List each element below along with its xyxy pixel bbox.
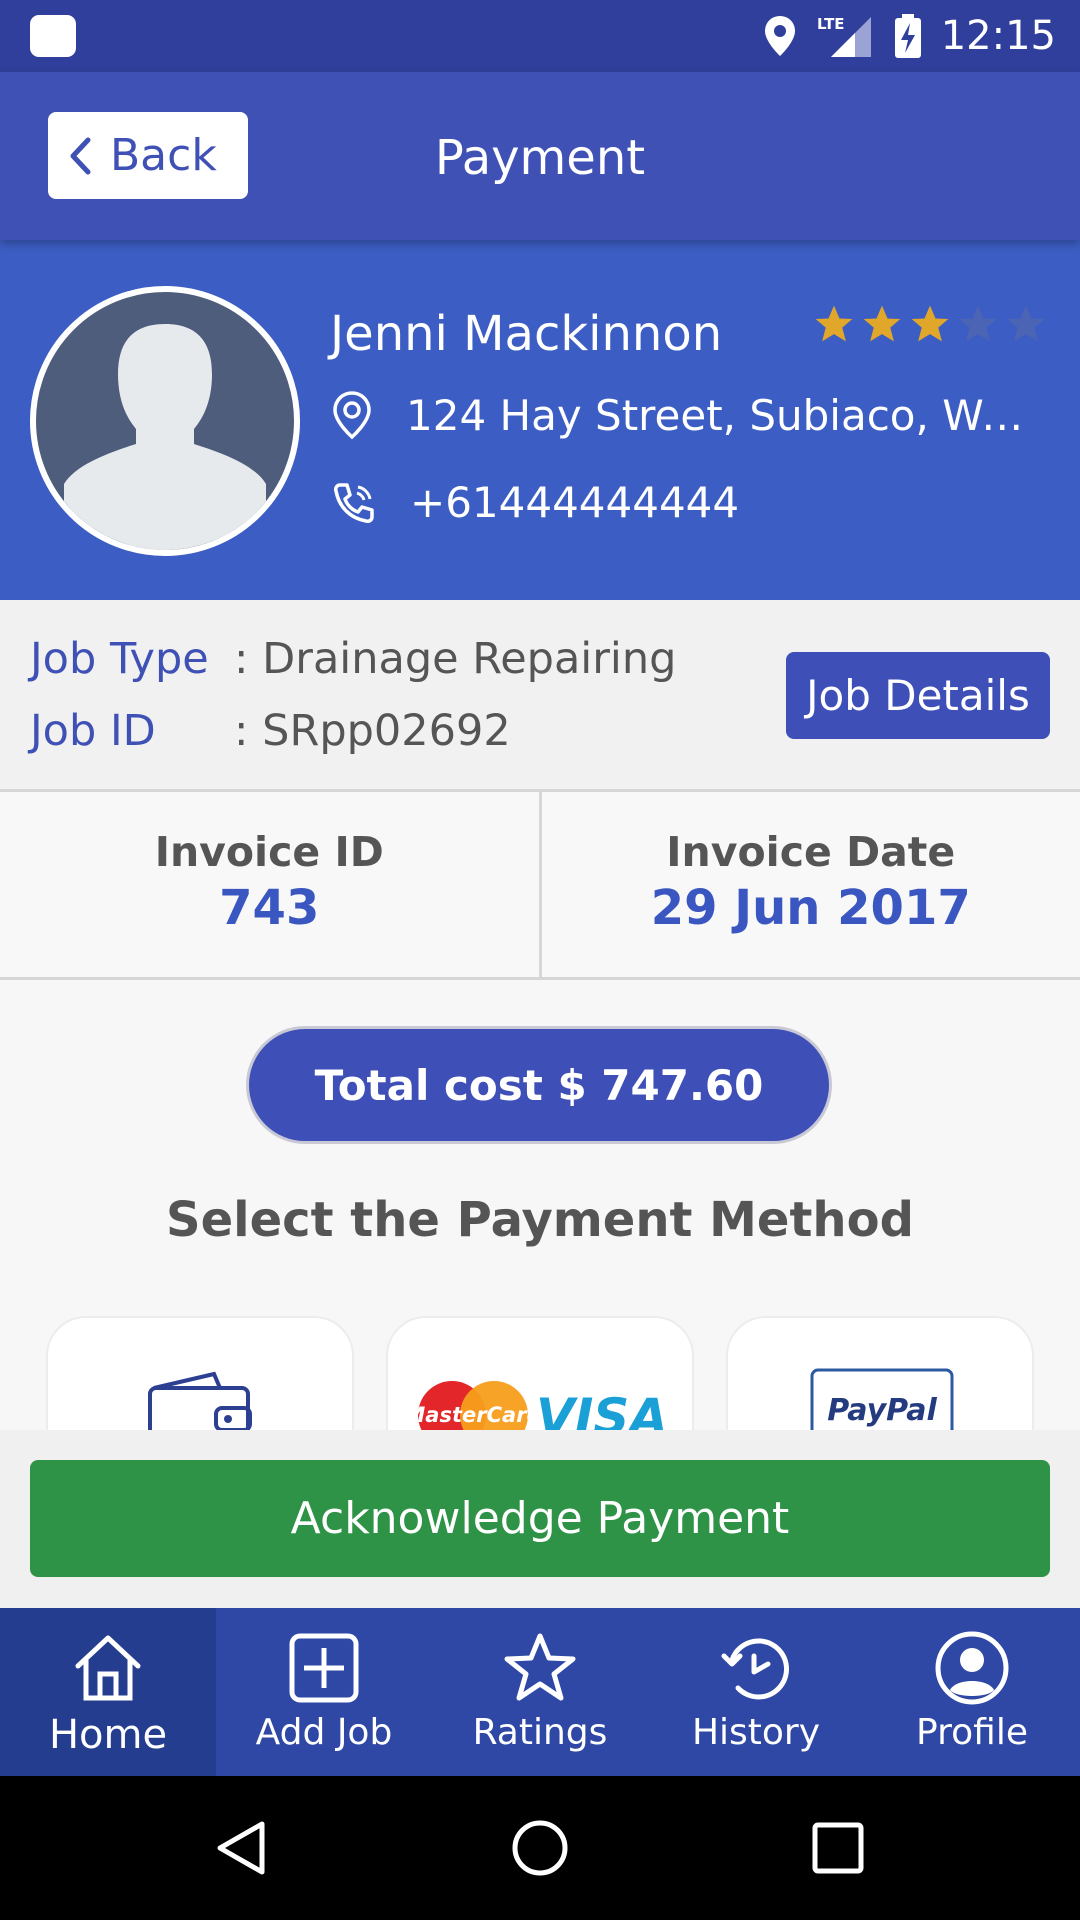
job-type-value: : Drainage Repairing (234, 634, 677, 684)
system-navigation-bar (0, 1776, 1080, 1920)
mastercard-logo: MasterCard (414, 1381, 532, 1430)
status-time: 12:15 (940, 13, 1056, 59)
star-filled-icon (815, 305, 853, 342)
rating-stars (812, 302, 1048, 346)
app-bar: Back Payment (0, 72, 1080, 240)
phone-row[interactable]: +61444444444 (330, 478, 1050, 527)
profile-icon (935, 1631, 1009, 1705)
job-type-row: Job Type : Drainage Repairing (30, 634, 676, 684)
card-method-card[interactable]: MasterCard VISA (386, 1316, 694, 1430)
job-id-value: : SRpp02692 (234, 706, 511, 756)
payment-screen: LTE 12:15 Back Payment Jenni Mackinnon 1… (0, 0, 1080, 1920)
job-info: Job Type : Drainage Repairing Job ID : SRp… (0, 600, 1080, 792)
nav-add-job[interactable]: Add Job (216, 1608, 432, 1776)
acknowledge-payment-button[interactable]: Acknowledge Payment (30, 1460, 1050, 1577)
star-empty-icon (959, 305, 997, 342)
invoice-id-value: 743 (219, 880, 320, 936)
total-cost-badge: Total cost $ 747.60 (246, 1026, 832, 1144)
invoice-summary: Invoice ID 743 Invoice Date 29 Jun 2017 (0, 792, 1080, 980)
customer-name: Jenni Mackinnon (330, 306, 723, 362)
bottom-navigation: Home Add Job Ratings History Profile (0, 1608, 1080, 1776)
lte-text: LTE (817, 15, 845, 33)
phone-icon (334, 482, 374, 523)
invoice-id-label: Invoice ID (154, 828, 384, 876)
job-type-label: Job Type (30, 634, 209, 684)
home-circle-icon[interactable] (510, 1818, 570, 1878)
paypal-logo: PayPal (810, 1368, 954, 1430)
home-icon (75, 1635, 141, 1701)
invoice-id-cell: Invoice ID 743 (0, 792, 539, 977)
star-filled-icon (911, 305, 949, 342)
paypal-text: PayPal (827, 1393, 937, 1428)
visa-text: VISA (536, 1388, 668, 1430)
job-id-label: Job ID (30, 706, 156, 756)
avatar (30, 286, 300, 556)
battery-charging-icon (894, 14, 921, 58)
acknowledge-area: Acknowledge Payment (0, 1430, 1080, 1608)
nav-history-label: History (691, 1712, 821, 1753)
location-icon (764, 16, 795, 56)
nav-ratings-label: Ratings (472, 1712, 608, 1753)
payment-method-title: Select the Payment Method (166, 1192, 914, 1248)
customer-address: 124 Hay Street, Subiaco, Wes... (406, 390, 1046, 440)
job-details-button[interactable]: Job Details (786, 652, 1050, 739)
star-empty-icon (1007, 305, 1045, 342)
invoice-date-value: 29 Jun 2017 (650, 880, 971, 936)
nav-home[interactable]: Home (0, 1608, 216, 1776)
invoice-date-cell: Invoice Date 29 Jun 2017 (538, 792, 1080, 977)
status-icons: LTE 12:15 (763, 0, 1056, 72)
wallet-method-card[interactable] (46, 1316, 354, 1430)
invoice-date-label: Invoice Date (666, 828, 956, 876)
history-icon (721, 1638, 789, 1700)
back-triangle-icon[interactable] (212, 1818, 272, 1878)
customer-profile: Jenni Mackinnon 124 Hay Street, Subiaco,… (0, 240, 1080, 600)
page-title: Payment (434, 130, 646, 186)
payment-methods: MasterCard VISA PayPal (0, 1300, 1080, 1430)
star-filled-icon (863, 305, 901, 342)
visa-logo: VISA (536, 1388, 668, 1430)
address-row: 124 Hay Street, Subiaco, Wes... (330, 390, 1046, 440)
customer-phone: +61444444444 (410, 478, 740, 527)
app-notification-icon (30, 15, 76, 57)
person-silhouette-icon (64, 324, 266, 550)
nav-add-job-label: Add Job (255, 1712, 393, 1753)
add-box-icon (289, 1633, 359, 1703)
lte-signal-icon: LTE (817, 15, 871, 57)
nav-ratings[interactable]: Ratings (432, 1608, 648, 1776)
wallet-icon (148, 1371, 252, 1430)
mastercard-text: MasterCard (414, 1403, 532, 1427)
nav-history[interactable]: History (648, 1608, 864, 1776)
recents-square-icon[interactable] (810, 1820, 866, 1876)
nav-profile-label: Profile (916, 1712, 1028, 1753)
status-bar: LTE 12:15 (0, 0, 1080, 72)
location-pin-icon (333, 391, 371, 440)
paypal-method-card[interactable]: PayPal (726, 1316, 1034, 1430)
nav-home-label: Home (48, 1712, 168, 1758)
nav-profile[interactable]: Profile (864, 1608, 1080, 1776)
star-icon (504, 1633, 576, 1701)
job-id-row: Job ID : SRpp02692 (30, 706, 511, 756)
